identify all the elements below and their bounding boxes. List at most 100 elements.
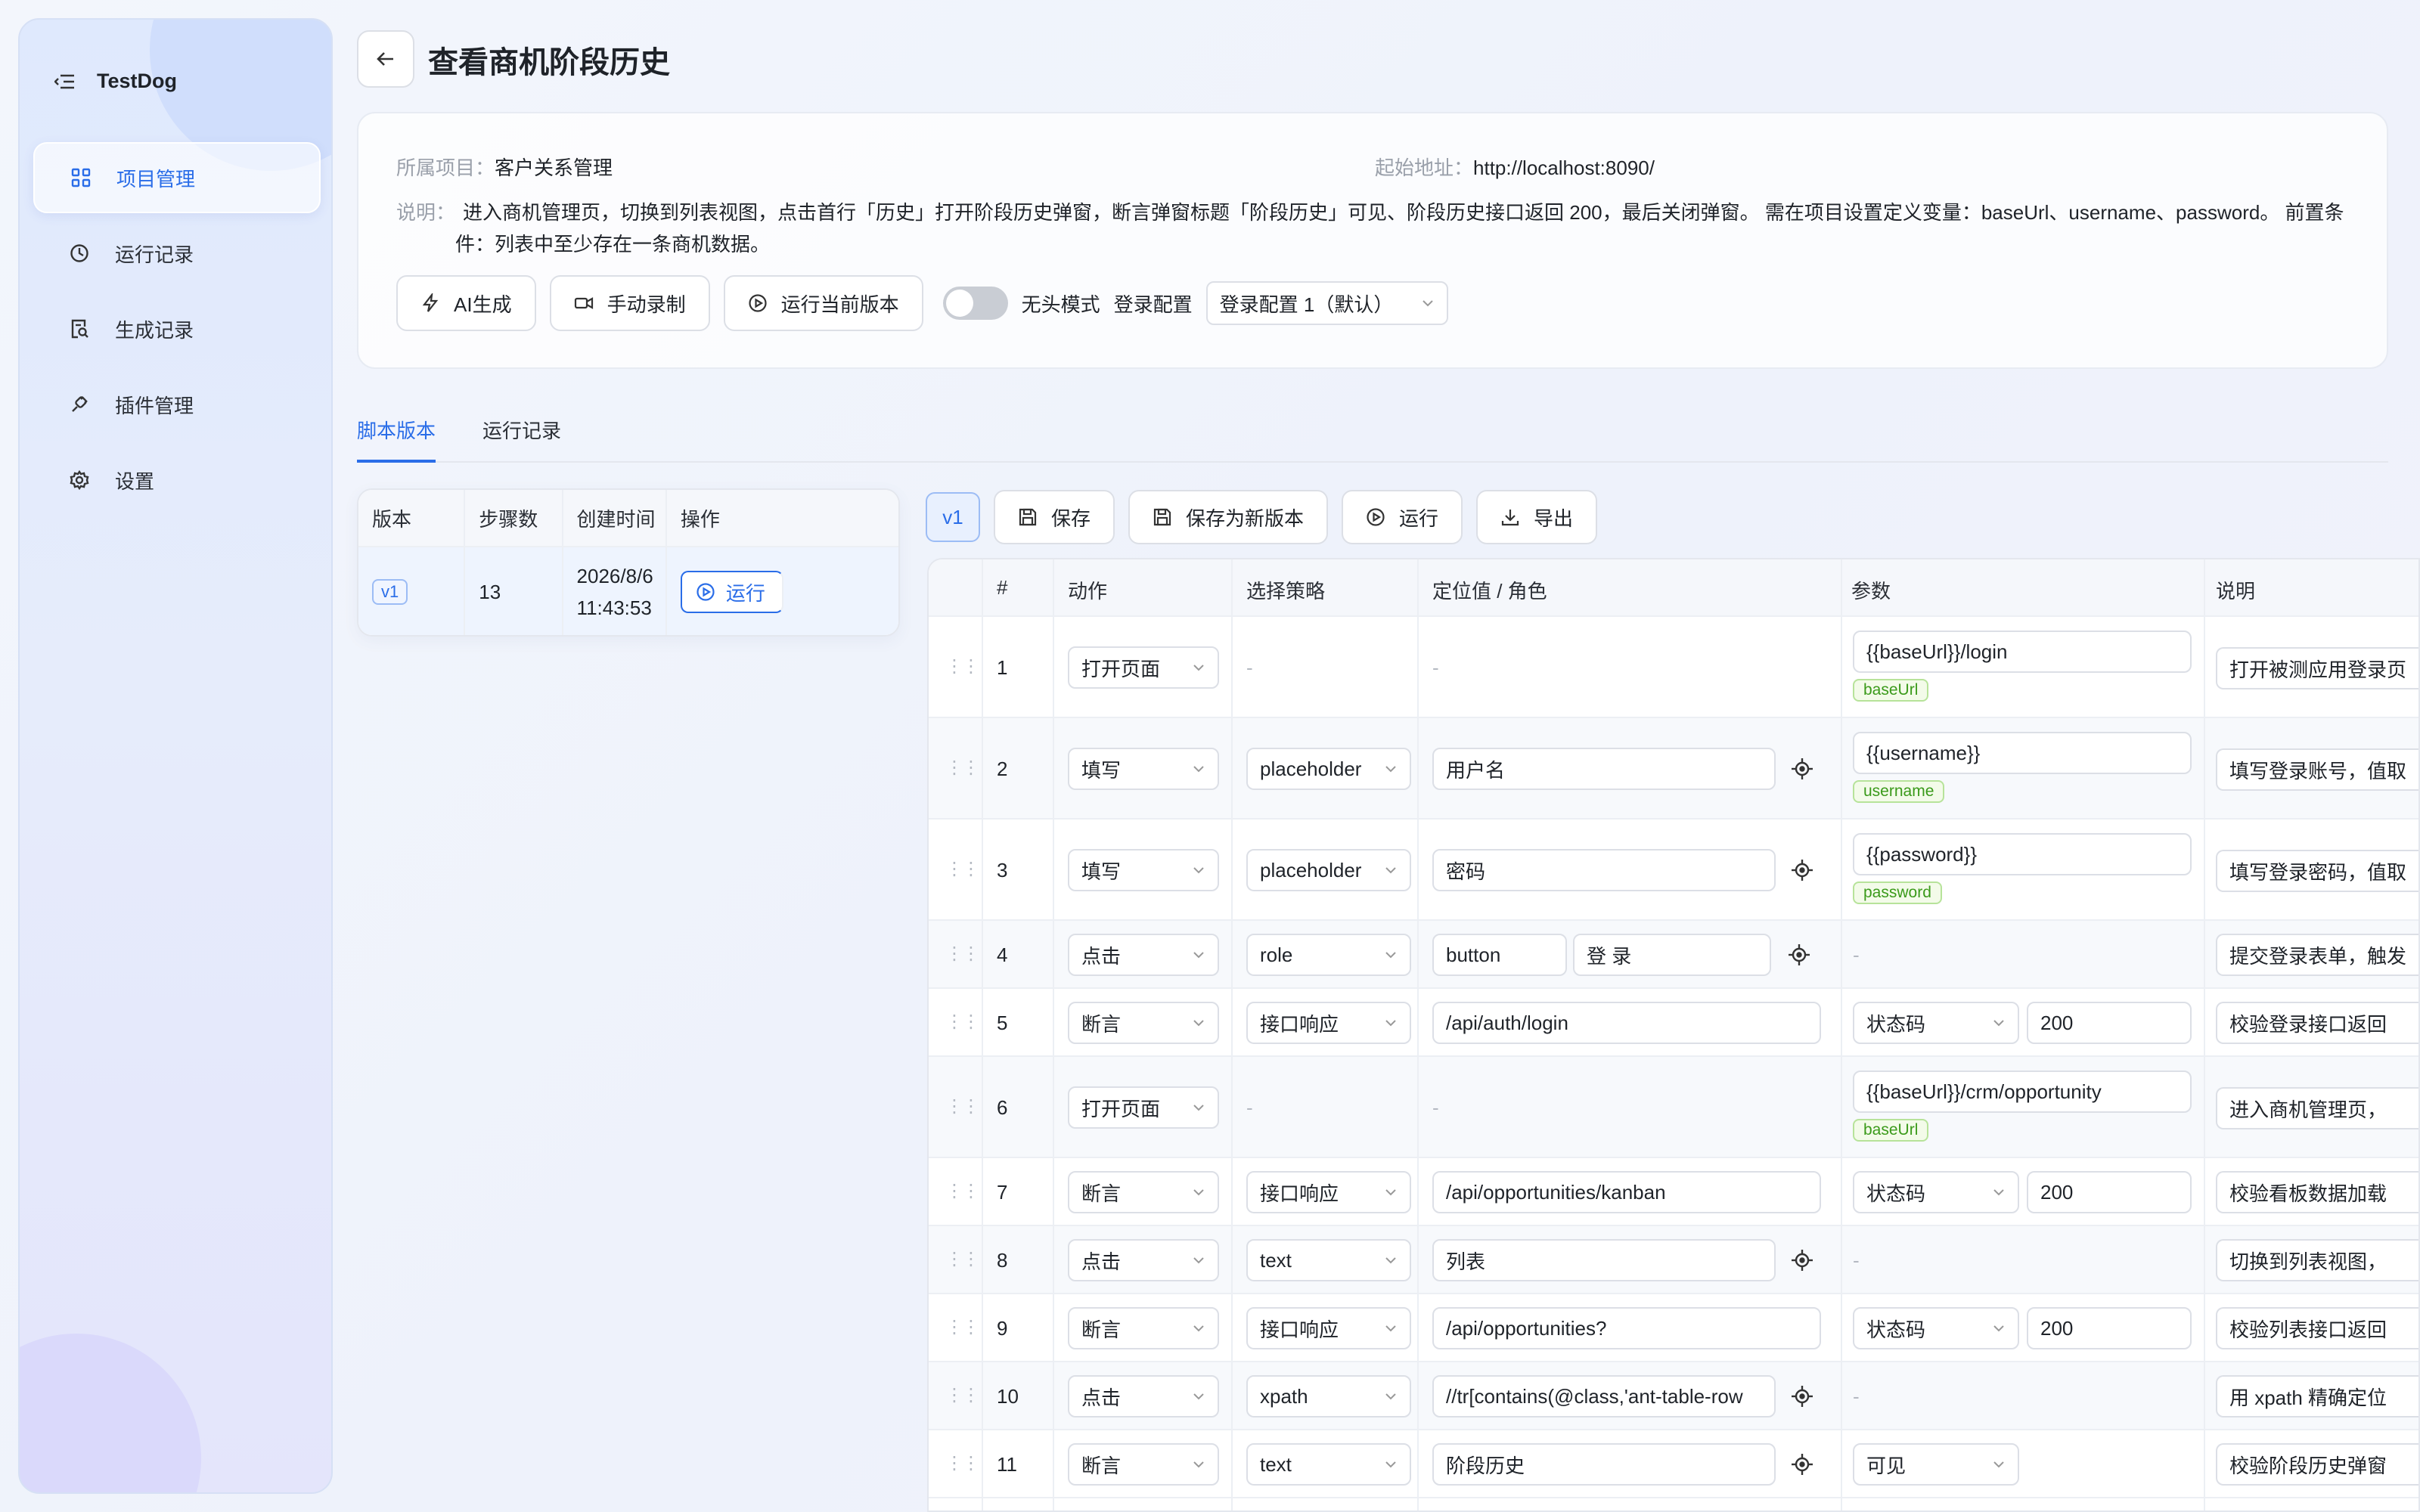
param-select[interactable]: 状态码 bbox=[1853, 1307, 2019, 1349]
action-select[interactable]: 打开页面 bbox=[1068, 646, 1219, 689]
ai-generate-button[interactable]: AI生成 bbox=[396, 275, 536, 331]
run-current-version-button[interactable]: 运行当前版本 bbox=[723, 275, 923, 331]
note-input[interactable]: 校验阶段历史弹窗 bbox=[2216, 1443, 2418, 1486]
arrow-left-icon bbox=[377, 52, 393, 66]
locator-input[interactable]: 密码 bbox=[1432, 849, 1776, 891]
param-input[interactable]: {{username}} bbox=[1853, 732, 2192, 774]
sidebar-item-label: 插件管理 bbox=[115, 394, 194, 417]
locator-input[interactable]: /api/auth/login bbox=[1432, 1002, 1821, 1044]
note-input[interactable]: 校验列表接口返回 bbox=[2216, 1307, 2418, 1349]
param-value-input[interactable]: 200 bbox=[2027, 1002, 2192, 1044]
note-input[interactable]: 填写登录密码，值取 bbox=[2216, 850, 2418, 892]
param-select[interactable]: 状态码 bbox=[1853, 1171, 2019, 1213]
sidebar-item-label: 设置 bbox=[115, 469, 155, 493]
run-version-button[interactable]: 运行 bbox=[680, 571, 783, 613]
drag-handle-icon[interactable]: ⋮⋮ bbox=[945, 1000, 980, 1043]
back-button[interactable] bbox=[357, 30, 414, 88]
drag-handle-icon[interactable]: ⋮⋮ bbox=[945, 847, 980, 890]
run-button[interactable]: 运行 bbox=[1342, 490, 1463, 544]
menu-collapse-icon[interactable] bbox=[54, 73, 74, 90]
locator-input[interactable]: /api/opportunities/kanban bbox=[1432, 1171, 1821, 1213]
drag-handle-icon[interactable]: ⋮⋮ bbox=[945, 645, 980, 687]
sidebar-item-plugins[interactable]: 插件管理 bbox=[33, 369, 321, 440]
action-select[interactable]: 点击 bbox=[1068, 934, 1219, 976]
save-button[interactable]: 保存 bbox=[994, 490, 1115, 544]
action-select[interactable]: 断言 bbox=[1068, 1307, 1219, 1349]
drag-handle-icon[interactable]: ⋮⋮ bbox=[945, 1170, 980, 1212]
action-select[interactable]: 打开页面 bbox=[1068, 1086, 1219, 1129]
action-select[interactable]: 点击 bbox=[1068, 1239, 1219, 1281]
headless-toggle[interactable] bbox=[942, 287, 1008, 320]
tab-script-versions[interactable]: 脚本版本 bbox=[357, 413, 436, 463]
empty-dash: - bbox=[1853, 943, 1860, 966]
locate-target-icon[interactable] bbox=[1791, 1385, 1813, 1408]
note-input[interactable]: 填写登录账号，值取 bbox=[2216, 748, 2418, 791]
note-input[interactable]: 校验登录接口返回 bbox=[2216, 1002, 2418, 1044]
drag-handle-icon[interactable]: ⋮⋮ bbox=[945, 932, 980, 974]
strategy-select[interactable]: 接口响应 bbox=[1246, 1307, 1411, 1349]
sidebar-item-settings[interactable]: 设置 bbox=[33, 445, 321, 516]
locator-input[interactable]: //tr[contains(@class,'ant-table-row bbox=[1432, 1375, 1776, 1418]
locate-target-icon[interactable] bbox=[1788, 943, 1810, 966]
locate-target-icon[interactable] bbox=[1791, 859, 1813, 881]
manual-record-button[interactable]: 手动录制 bbox=[549, 275, 710, 331]
locator-name-input[interactable]: 登 录 bbox=[1573, 934, 1771, 976]
param-input[interactable]: {{password}} bbox=[1853, 833, 2192, 875]
chevron-down-icon bbox=[1993, 1325, 2004, 1332]
strategy-select[interactable]: text bbox=[1246, 1443, 1411, 1486]
action-select[interactable]: 断言 bbox=[1068, 1002, 1219, 1044]
export-button[interactable]: 导出 bbox=[1476, 490, 1598, 544]
strategy-select[interactable]: placeholder bbox=[1246, 748, 1411, 790]
locator-input[interactable]: 用户名 bbox=[1432, 748, 1776, 790]
action-select[interactable]: 断言 bbox=[1068, 1171, 1219, 1213]
step-number: 10 bbox=[997, 1384, 1019, 1408]
empty-dash: - bbox=[1246, 1095, 1253, 1119]
strategy-select[interactable]: xpath bbox=[1246, 1375, 1411, 1418]
table-row: ⋮⋮ 6 打开页面 - - {{baseUrl}}/crm/opportunity base… bbox=[929, 1057, 2418, 1158]
note-input[interactable]: 切换到列表视图， bbox=[2216, 1239, 2418, 1281]
param-select[interactable]: 可见 bbox=[1853, 1443, 2019, 1486]
note-input[interactable]: 提交登录表单，触发 bbox=[2216, 934, 2418, 976]
drag-handle-icon[interactable]: ⋮⋮ bbox=[945, 1374, 980, 1416]
locator-input[interactable]: /api/opportunities? bbox=[1432, 1307, 1821, 1349]
locator-input[interactable]: 阶段历史 bbox=[1432, 1443, 1776, 1486]
strategy-select[interactable]: text bbox=[1246, 1239, 1411, 1281]
sidebar-item-run-records[interactable]: 运行记录 bbox=[33, 218, 321, 289]
param-input[interactable]: {{baseUrl}}/login bbox=[1853, 631, 2192, 673]
strategy-select[interactable]: 接口响应 bbox=[1246, 1171, 1411, 1213]
drag-handle-icon[interactable]: ⋮⋮ bbox=[945, 1306, 980, 1348]
drag-handle-icon[interactable]: ⋮⋮ bbox=[945, 1442, 980, 1484]
note-input[interactable]: 进入商机管理页， bbox=[2216, 1087, 2418, 1129]
sidebar-item-projects[interactable]: 项目管理 bbox=[33, 142, 321, 213]
locate-target-icon[interactable] bbox=[1791, 758, 1813, 780]
strategy-select[interactable]: 接口响应 bbox=[1246, 1002, 1411, 1044]
strategy-select[interactable]: role bbox=[1246, 934, 1411, 976]
action-select[interactable]: 断言 bbox=[1068, 1443, 1219, 1486]
save-new-version-button[interactable]: 保存为新版本 bbox=[1128, 490, 1329, 544]
param-select[interactable]: 状态码 bbox=[1853, 1002, 2019, 1044]
action-select[interactable]: 填写 bbox=[1068, 849, 1219, 891]
step-number: 11 bbox=[997, 1452, 1017, 1476]
locator-input[interactable]: 列表 bbox=[1432, 1239, 1776, 1281]
drag-handle-icon[interactable]: ⋮⋮ bbox=[945, 1238, 980, 1280]
action-select[interactable]: 点击 bbox=[1068, 1375, 1219, 1418]
param-input[interactable]: {{baseUrl}}/crm/opportunity bbox=[1853, 1070, 2192, 1113]
sidebar-item-gen-records[interactable]: 生成记录 bbox=[33, 293, 321, 364]
note-input[interactable]: 校验看板数据加载 bbox=[2216, 1171, 2418, 1213]
drag-handle-icon[interactable]: ⋮⋮ bbox=[945, 746, 980, 789]
param-value-input[interactable]: 200 bbox=[2027, 1171, 2192, 1213]
action-select[interactable]: 填写 bbox=[1068, 748, 1219, 790]
locate-target-icon[interactable] bbox=[1791, 1249, 1813, 1272]
current-version-tag[interactable]: v1 bbox=[926, 492, 980, 542]
note-input[interactable]: 打开被测应用登录页 bbox=[2216, 647, 2418, 689]
login-config-select[interactable]: 登录配置 1（默认） bbox=[1205, 281, 1448, 325]
drag-handle-icon[interactable]: ⋮⋮ bbox=[945, 1085, 980, 1127]
param-value-input[interactable]: 200 bbox=[2027, 1307, 2192, 1349]
locator-role-input[interactable]: button bbox=[1432, 934, 1567, 976]
strategy-select[interactable]: placeholder bbox=[1246, 849, 1411, 891]
tab-run-records[interactable]: 运行记录 bbox=[482, 413, 561, 463]
url-value: http://localhost:8090/ bbox=[1473, 156, 1655, 179]
locate-target-icon[interactable] bbox=[1791, 1453, 1813, 1476]
table-row[interactable]: v1 13 2026/8/6 11:43:53 运行 bbox=[358, 547, 898, 635]
note-input[interactable]: 用 xpath 精确定位 bbox=[2216, 1375, 2418, 1418]
